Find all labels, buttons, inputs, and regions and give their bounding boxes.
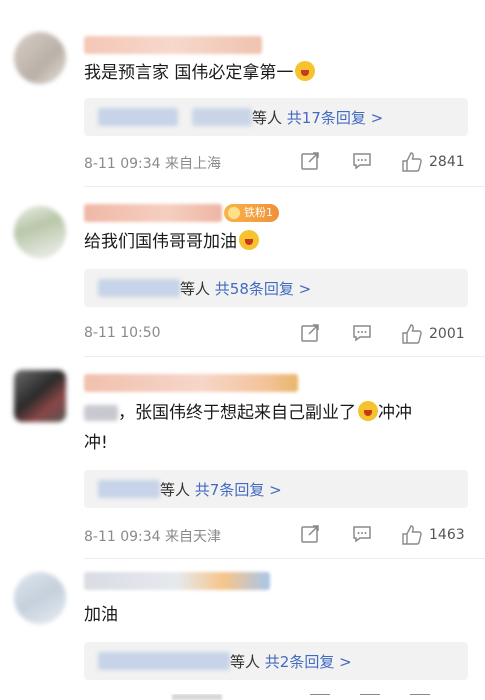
- username[interactable]: [84, 374, 298, 392]
- view-replies-link[interactable]: 共7条回复 >: [195, 481, 282, 499]
- comment-body: 加油: [84, 605, 118, 625]
- username[interactable]: [84, 204, 222, 222]
- share-icon[interactable]: [300, 524, 320, 544]
- comment-body: ，张国伟终于想起来自己副业了: [118, 403, 356, 423]
- replier-names: [98, 279, 180, 297]
- username[interactable]: [84, 572, 270, 590]
- reply-preview[interactable]: 等人 共7条回复 >: [84, 470, 468, 508]
- share-icon[interactable]: [300, 151, 320, 171]
- like-button[interactable]: 1463: [401, 524, 465, 546]
- comment-meta: 8-11 10:50 2001: [84, 323, 468, 345]
- divider: [84, 558, 485, 559]
- screaming-face-emoji: [295, 61, 316, 81]
- badge-icon: [228, 207, 240, 219]
- share-icon[interactable]: [300, 323, 320, 343]
- comment-meta-partial: [84, 694, 468, 700]
- timestamp-location: 8-11 09:34 来自天津: [84, 529, 222, 545]
- cheering-face-emoji: [239, 230, 259, 250]
- timestamp-location: 8-11 09:34 来自上海: [84, 156, 222, 172]
- comment-meta: 8-11 09:34 来自天津 1463: [84, 524, 468, 546]
- fan-badge: 铁粉1: [224, 204, 279, 222]
- reply-suffix: 等人: [160, 481, 191, 499]
- thumbs-up-icon: [402, 152, 422, 172]
- laughing-face-emoji: [358, 401, 378, 421]
- reply-preview[interactable]: 等人 共58条回复 >: [84, 269, 468, 307]
- replier-names: [98, 108, 178, 126]
- divider: [84, 356, 485, 357]
- timestamp-cutoff: [172, 694, 222, 700]
- replier-names: [192, 108, 252, 126]
- replier-names: [98, 652, 230, 670]
- comment-body-line2: 冲!: [84, 433, 108, 453]
- reply-preview[interactable]: 等人 共2条回复 >: [84, 642, 468, 680]
- comment-item: 加油 等人 共2条回复 >: [0, 560, 485, 700]
- view-replies-link[interactable]: 共58条回复 >: [215, 280, 311, 298]
- reply-suffix: 等人: [180, 280, 211, 298]
- comment-body: 我是预言家 国伟必定拿第一: [84, 63, 294, 83]
- replier-names: [98, 480, 160, 498]
- comment-icon[interactable]: [360, 694, 380, 700]
- avatar[interactable]: [14, 370, 66, 422]
- reply-suffix: 等人: [252, 109, 283, 127]
- comment-text: 我是预言家 国伟必定拿第一: [84, 58, 316, 88]
- comment-meta: 8-11 09:34 来自上海 2841: [84, 151, 468, 173]
- comment-text: 加油: [84, 600, 118, 630]
- thumbs-up-icon: [402, 525, 422, 545]
- comment-item: ，张国伟终于想起来自己副业了 冲冲 冲! 等人 共7条回复 > 8-11 09:3…: [0, 360, 485, 555]
- comment-icon[interactable]: [352, 323, 372, 343]
- comment-text: 给我们国伟哥哥加油: [84, 227, 259, 257]
- comment-body: 给我们国伟哥哥加油: [84, 232, 237, 252]
- avatar[interactable]: [14, 32, 66, 84]
- like-button[interactable]: 2001: [401, 323, 465, 345]
- thumbs-up-icon[interactable]: [410, 694, 430, 700]
- view-replies-link[interactable]: 共17条回复 >: [287, 109, 383, 127]
- reply-preview[interactable]: 等人 共17条回复 >: [84, 98, 468, 136]
- mention-blur: [84, 405, 118, 421]
- reply-summary: 等人 共17条回复 >: [252, 107, 383, 128]
- comment-text: ，张国伟终于想起来自己副业了 冲冲 冲!: [84, 398, 412, 458]
- share-icon[interactable]: [310, 694, 330, 700]
- reply-summary: 等人 共7条回复 >: [160, 479, 282, 500]
- timestamp: 8-11 10:50: [84, 325, 161, 341]
- comment-item: 我是预言家 国伟必定拿第一 等人 共17条回复 > 8-11 09:34 来自上…: [0, 0, 485, 190]
- like-button[interactable]: 2841: [401, 151, 465, 173]
- avatar[interactable]: [14, 206, 66, 258]
- reply-suffix: 等人: [230, 653, 261, 671]
- comment-body-cont: 冲冲: [378, 403, 412, 423]
- comment-icon[interactable]: [352, 524, 372, 544]
- avatar[interactable]: [14, 572, 66, 624]
- like-count: 2001: [429, 326, 465, 342]
- username[interactable]: [84, 36, 262, 54]
- badge-label: 铁粉1: [244, 206, 273, 219]
- divider: [84, 186, 485, 187]
- comment-item: 铁粉1 给我们国伟哥哥加油 等人 共58条回复 > 8-11 10:50 200…: [0, 190, 485, 360]
- thumbs-up-icon: [402, 324, 422, 344]
- like-count: 1463: [429, 527, 465, 543]
- reply-summary: 等人 共2条回复 >: [230, 651, 352, 672]
- reply-summary: 等人 共58条回复 >: [180, 278, 311, 299]
- like-count: 2841: [429, 154, 465, 170]
- comment-icon[interactable]: [352, 151, 372, 171]
- view-replies-link[interactable]: 共2条回复 >: [265, 653, 352, 671]
